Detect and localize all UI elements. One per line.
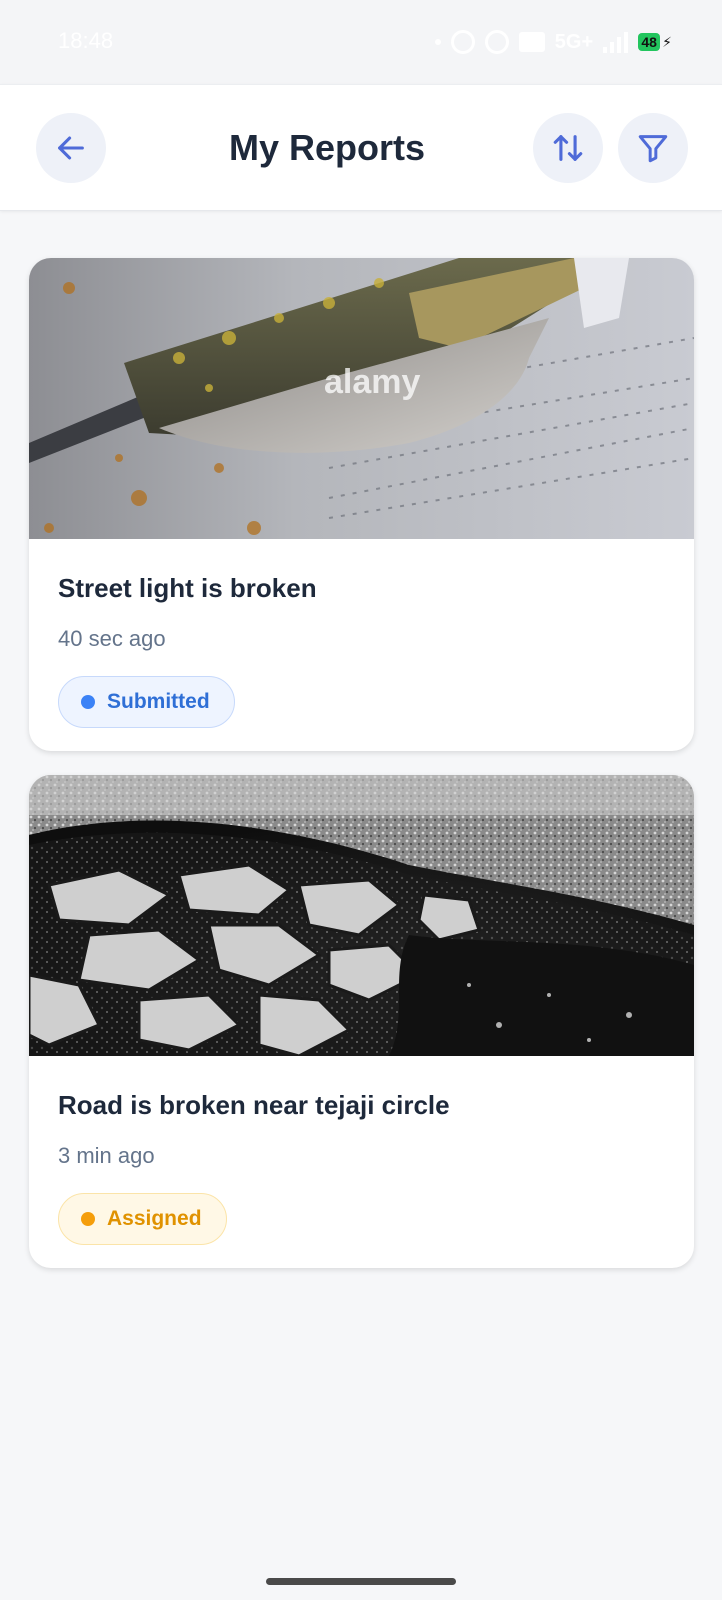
status-bar: 18:48 5G+ 48 ⚡ xyxy=(0,0,722,84)
report-card[interactable]: alamy Street light is broken 40 sec ago … xyxy=(29,258,694,751)
filter-button[interactable] xyxy=(618,113,688,183)
status-dot-icon xyxy=(81,1212,95,1226)
page-title: My Reports xyxy=(228,127,426,168)
report-card-body: Road is broken near tejaji circle 3 min … xyxy=(29,1056,694,1245)
network-type: 5G+ xyxy=(554,30,594,53)
battery-level: 48 xyxy=(638,33,661,51)
home-indicator[interactable] xyxy=(266,1578,456,1585)
watermark-text: alamy xyxy=(324,363,420,401)
status-label: Assigned xyxy=(107,1207,202,1230)
report-title: Street light is broken xyxy=(58,573,317,603)
status-badge: Submitted xyxy=(58,676,235,728)
data-icon xyxy=(518,32,545,52)
report-title: Road is broken near tejaji circle xyxy=(58,1090,450,1120)
report-card[interactable]: Road is broken near tejaji circle 3 min … xyxy=(29,775,694,1268)
dot-icon xyxy=(434,39,441,45)
charging-icon: ⚡ xyxy=(662,33,672,50)
report-photo-street-light: alamy xyxy=(29,258,694,539)
app-header: My Reports xyxy=(0,84,722,211)
status-badge: Assigned xyxy=(58,1193,227,1245)
signal-icon xyxy=(603,31,629,53)
report-photo-broken-road xyxy=(29,775,694,1056)
status-label: Submitted xyxy=(107,690,210,713)
funnel-icon xyxy=(638,135,668,163)
status-dot-icon xyxy=(81,695,95,709)
report-card-body: Street light is broken 40 sec ago Submit… xyxy=(29,539,694,728)
sort-button[interactable] xyxy=(533,113,603,183)
report-time: 40 sec ago xyxy=(58,626,166,651)
do-not-disturb-icon xyxy=(450,30,475,54)
status-time: 18:48 xyxy=(58,28,114,53)
hotspot-icon xyxy=(484,30,509,54)
status-icons: 5G+ 48 ⚡ xyxy=(434,28,672,56)
report-time: 3 min ago xyxy=(58,1143,155,1168)
sort-arrows-icon xyxy=(553,135,583,161)
battery-icon: 48 ⚡ xyxy=(638,33,672,51)
